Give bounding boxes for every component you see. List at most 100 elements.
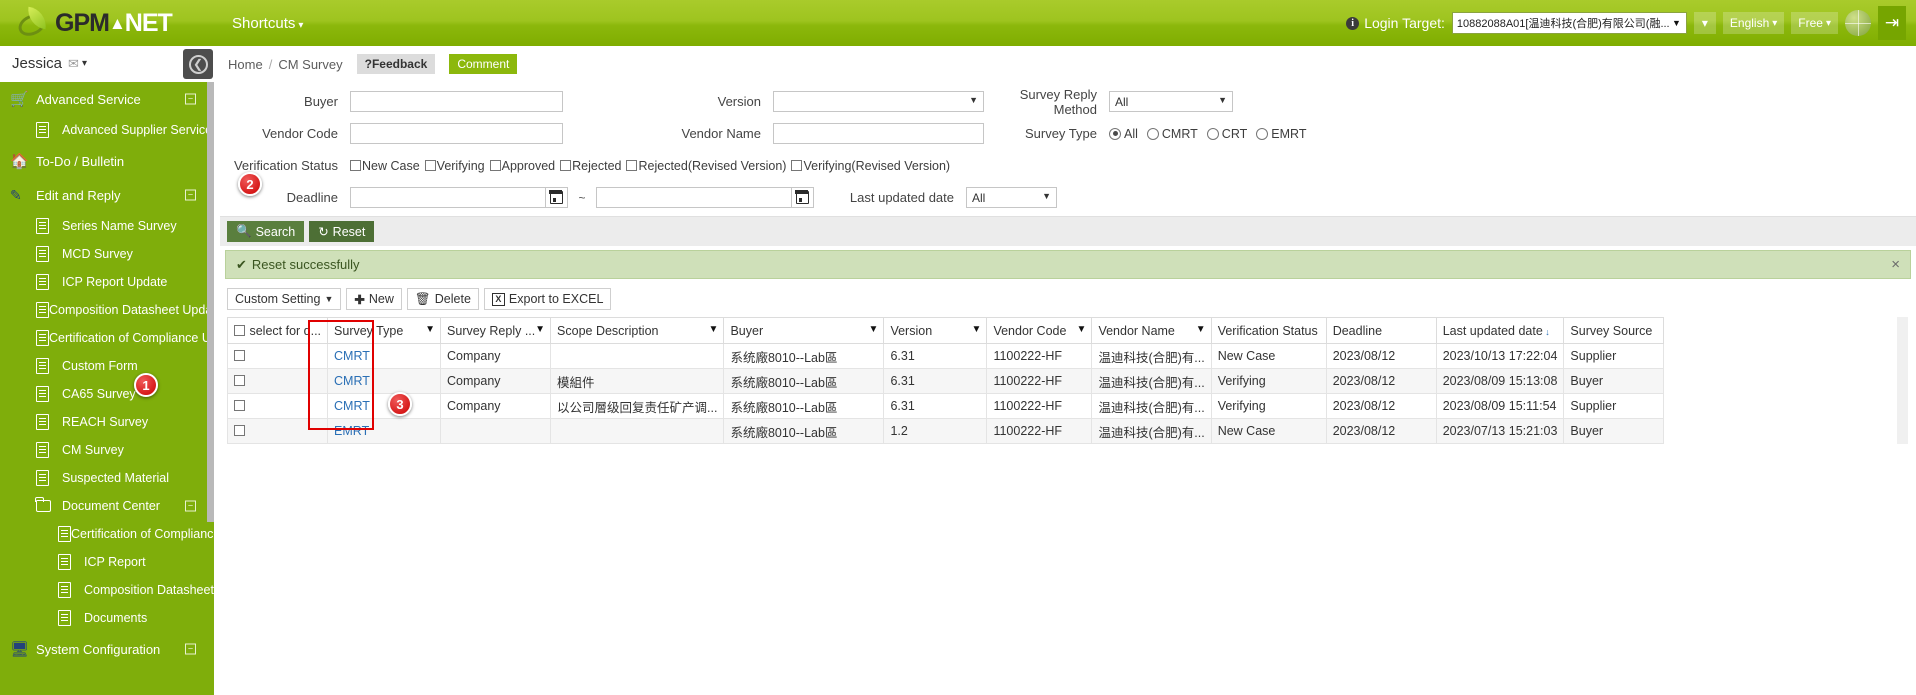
column-header-deadline[interactable]: Deadline <box>1325 317 1437 344</box>
table-row[interactable]: CMRT Company 模組件 系统廠8010--Lab區 6.31 1100222-H… <box>226 368 1665 394</box>
row-select-cell[interactable] <box>226 343 329 369</box>
cell-survey-type[interactable]: EMRT <box>327 418 442 444</box>
verification-status-checkbox-verifying[interactable]: Verifying <box>424 159 485 173</box>
sidebar-item-documents[interactable]: Documents <box>0 604 214 632</box>
column-header-vendor-code[interactable]: Vendor Code ▼ <box>986 317 1093 344</box>
verification-status-checkbox-verifying-revised-version[interactable]: Verifying(Revised Version) <box>791 159 950 173</box>
sidebar-item-edit-and-reply[interactable]: ✎ Edit and Reply − <box>0 178 214 212</box>
cell-survey-type[interactable]: CMRT <box>327 368 442 394</box>
sidebar-scrollbar[interactable] <box>207 82 214 522</box>
column-header-survey-reply[interactable]: Survey Reply ... ▼ <box>440 317 552 344</box>
sidebar-item-advanced-service[interactable]: 🛒 Advanced Service − <box>0 82 214 116</box>
column-header-select-for-d[interactable]: select for d... <box>226 317 329 344</box>
row-select-cell[interactable] <box>226 418 329 444</box>
feedback-button[interactable]: ?Feedback <box>356 54 436 74</box>
column-header-scope-description[interactable]: Scope Description ▼ <box>550 317 725 344</box>
column-header-survey-type[interactable]: Survey Type ▼ <box>327 317 442 344</box>
calendar-icon[interactable] <box>546 187 568 208</box>
vendor-name-input[interactable] <box>773 123 984 144</box>
mail-icon[interactable]: ✉ <box>68 56 79 72</box>
row-select-cell[interactable] <box>226 393 329 419</box>
cell-survey-type[interactable]: CMRT <box>327 393 442 419</box>
app-logo[interactable]: GPM▲NET <box>0 0 220 46</box>
deadline-from-input[interactable] <box>350 187 546 208</box>
sidebar-item-composition-datasheet[interactable]: Composition Datasheet <box>0 576 214 604</box>
deadline-to-input[interactable] <box>596 187 792 208</box>
reset-button[interactable]: ↻ Reset <box>309 221 375 242</box>
row-checkbox[interactable] <box>234 400 245 411</box>
breadcrumb-home[interactable]: Home <box>228 57 263 72</box>
grid-scrollbar[interactable] <box>1897 317 1908 444</box>
last-updated-date-select[interactable]: All ▼ <box>966 187 1057 208</box>
sidebar-item-advanced-supplier-service[interactable]: Advanced Supplier Service <box>0 116 214 144</box>
export-excel-button[interactable]: X Export to EXCEL <box>483 288 612 310</box>
sidebar-item-certification-of-compliance-update[interactable]: Certification of Compliance Update <box>0 324 214 352</box>
shortcuts-menu[interactable]: Shortcuts ▾ <box>232 15 303 32</box>
sidebar-collapse-button[interactable]: ❮ <box>183 49 213 79</box>
filter-icon[interactable]: ▼ <box>1196 324 1206 335</box>
filter-icon[interactable]: ▼ <box>709 324 719 335</box>
filter-icon[interactable]: ▼ <box>972 324 982 335</box>
login-target-expand-button[interactable]: ▾ <box>1693 12 1716 34</box>
sidebar-item-suspected-material[interactable]: Suspected Material <box>0 464 214 492</box>
filter-icon[interactable]: ▼ <box>535 324 545 335</box>
row-checkbox[interactable] <box>234 350 245 361</box>
sidebar-item-system-configuration[interactable]: 🖥 System Configuration − <box>0 632 214 666</box>
sidebar-item-reach-survey[interactable]: REACH Survey <box>0 408 214 436</box>
table-row[interactable]: EMRT 系统廠8010--Lab區 1.2 1100222-HF 温迪科技(合肥)有.… <box>226 418 1665 444</box>
search-button[interactable]: 🔍 Search <box>227 221 305 242</box>
sidebar-item-series-name-survey[interactable]: Series Name Survey <box>0 212 214 240</box>
login-target-select[interactable]: 10882088A01[温迪科技(合肥)有限公司(融... ▼ <box>1451 12 1687 34</box>
chevron-down-icon[interactable]: ▾ <box>82 58 87 69</box>
filter-icon[interactable]: ▼ <box>1077 324 1087 335</box>
verification-status-checkbox-approved[interactable]: Approved <box>489 159 555 173</box>
collapse-toggle-icon[interactable]: − <box>185 643 196 655</box>
row-checkbox[interactable] <box>234 425 245 436</box>
new-button[interactable]: ✚ New <box>346 288 402 310</box>
sidebar-item-certification-of-compliance[interactable]: Certification of Compliance <box>0 520 214 548</box>
sidebar-item-icp-report-update[interactable]: ICP Report Update <box>0 268 214 296</box>
sidebar-item-mcd-survey[interactable]: MCD Survey <box>0 240 214 268</box>
language-selector[interactable]: English ▾ <box>1722 12 1785 34</box>
close-icon[interactable]: × <box>1891 256 1900 273</box>
survey-type-radio-cmrt[interactable]: CMRT <box>1146 127 1198 141</box>
verification-status-checkbox-rejected[interactable]: Rejected <box>560 159 621 173</box>
sidebar-item-ca65-survey[interactable]: CA65 Survey <box>0 380 214 408</box>
globe-icon[interactable] <box>1845 10 1871 36</box>
collapse-toggle-icon[interactable]: − <box>185 93 196 105</box>
select-all-checkbox[interactable] <box>234 324 245 336</box>
verification-status-checkbox-new-case[interactable]: New Case <box>350 159 420 173</box>
delete-button[interactable]: 🗑 Delete <box>406 288 479 310</box>
sort-descending-icon[interactable]: ↓ <box>1543 327 1550 337</box>
custom-setting-button[interactable]: Custom Setting ▼ <box>227 288 342 310</box>
logout-button[interactable]: ⇥ <box>1878 6 1906 40</box>
sidebar-item-icp-report[interactable]: ICP Report <box>0 548 214 576</box>
collapse-toggle-icon[interactable]: − <box>185 189 196 201</box>
column-header-verification-status[interactable]: Verification Status <box>1210 317 1327 344</box>
comment-button[interactable]: Comment <box>449 54 518 74</box>
filter-icon[interactable]: ▼ <box>425 324 435 335</box>
collapse-toggle-icon[interactable]: − <box>185 500 196 512</box>
sidebar-item-cm-survey[interactable]: CM Survey <box>0 436 214 464</box>
plan-selector[interactable]: Free ▾ <box>1791 12 1838 34</box>
buyer-input[interactable] <box>350 91 563 112</box>
row-checkbox[interactable] <box>234 375 245 386</box>
survey-type-radio-crt[interactable]: CRT <box>1206 127 1247 141</box>
column-header-survey-source[interactable]: Survey Source <box>1563 317 1665 344</box>
survey-reply-method-select[interactable]: All ▼ <box>1109 91 1233 112</box>
sidebar-item-composition-datasheet-update[interactable]: Composition Datasheet Update <box>0 296 214 324</box>
verification-status-checkbox-rejected-revised-version[interactable]: Rejected(Revised Version) <box>626 159 786 173</box>
sidebar-item-document-center[interactable]: Document Center − <box>0 492 214 520</box>
column-header-vendor-name[interactable]: Vendor Name ▼ <box>1091 317 1212 344</box>
cell-survey-type[interactable]: CMRT <box>327 343 442 369</box>
sidebar-item-custom-form[interactable]: Custom Form <box>0 352 214 380</box>
column-header-version[interactable]: Version ▼ <box>883 317 988 344</box>
calendar-icon[interactable] <box>792 187 814 208</box>
vendor-code-input[interactable] <box>350 123 563 144</box>
row-select-cell[interactable] <box>226 368 329 394</box>
column-header-last-updated-date[interactable]: Last updated date ↓ <box>1435 317 1565 344</box>
filter-icon[interactable]: ▼ <box>869 324 879 335</box>
version-select[interactable]: ▼ <box>773 91 984 112</box>
survey-type-radio-all[interactable]: All <box>1109 127 1138 141</box>
survey-type-radio-emrt[interactable]: EMRT <box>1256 127 1306 141</box>
